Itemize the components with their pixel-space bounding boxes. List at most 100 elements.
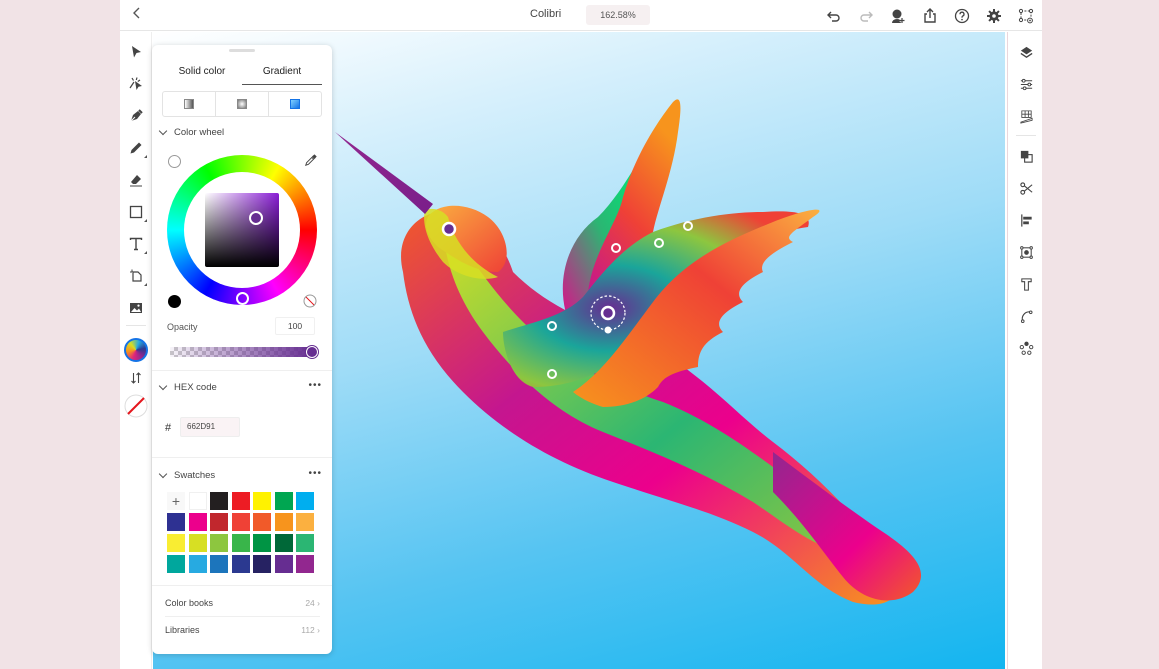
hex-code-label: HEX code [174, 382, 217, 393]
eyedropper-icon[interactable] [304, 153, 318, 167]
color-swatch[interactable] [253, 555, 271, 573]
image-trace-icon [1019, 245, 1033, 259]
color-swatch[interactable] [296, 492, 314, 510]
libraries-link[interactable]: Libraries 112 › [165, 625, 320, 641]
color-swatch[interactable] [188, 534, 207, 552]
fill-color-button[interactable] [123, 337, 149, 363]
linear-gradient-button[interactable] [163, 92, 216, 116]
perspective-grid-icon [1019, 109, 1033, 124]
color-swatch[interactable] [167, 555, 185, 573]
color-wheel[interactable] [167, 155, 317, 305]
color-swatch[interactable] [167, 513, 185, 531]
type-properties-button[interactable] [1014, 272, 1038, 296]
prototype-button[interactable] [1010, 0, 1042, 31]
white-color-button[interactable] [168, 155, 181, 168]
gradient-stop-selected [600, 305, 616, 321]
black-color-button[interactable] [168, 295, 181, 308]
color-swatch[interactable] [210, 492, 228, 510]
left-toolbar [120, 32, 152, 669]
color-swatch[interactable] [296, 555, 314, 573]
saturation-brightness-thumb[interactable] [249, 211, 263, 225]
help-button[interactable] [946, 0, 978, 31]
color-swatch[interactable] [231, 513, 250, 531]
path-button[interactable] [1014, 304, 1038, 328]
color-swatch[interactable] [274, 534, 293, 552]
panel-drag-handle[interactable] [229, 49, 255, 52]
opacity-slider[interactable] [170, 347, 313, 357]
beak [335, 132, 433, 214]
color-swatch[interactable] [210, 513, 228, 531]
color-wheel-section-toggle[interactable]: Color wheel [158, 126, 225, 138]
swatches-more-button[interactable]: ••• [308, 468, 322, 479]
color-swatch[interactable] [296, 513, 314, 531]
properties-button[interactable] [1014, 72, 1038, 96]
type-tool[interactable] [124, 232, 148, 256]
share-icon [924, 7, 936, 23]
hex-section-toggle[interactable]: HEX code [158, 381, 217, 393]
color-swatch[interactable] [253, 534, 271, 552]
color-swatch[interactable] [210, 534, 228, 552]
direct-selection-tool[interactable] [124, 72, 148, 96]
color-wheel-label: Color wheel [174, 127, 225, 138]
color-swatch[interactable] [231, 492, 250, 510]
eraser-tool[interactable] [124, 168, 148, 192]
swatches-section-toggle[interactable]: Swatches [158, 469, 215, 481]
tab-solid-color[interactable]: Solid color [162, 63, 242, 85]
perspective-grid-button[interactable] [1014, 104, 1038, 128]
swap-fill-stroke-button[interactable] [124, 366, 148, 390]
color-swatch[interactable] [253, 513, 271, 531]
color-books-count: 24 › [305, 598, 320, 608]
hue-thumb[interactable] [236, 292, 249, 305]
color-swatch[interactable] [253, 492, 271, 510]
layers-button[interactable] [1014, 40, 1038, 64]
saturation-brightness-picker[interactable] [205, 193, 279, 267]
color-swatch[interactable] [188, 555, 207, 573]
color-swatch[interactable] [231, 534, 250, 552]
back-button[interactable] [128, 6, 146, 24]
zoom-level[interactable]: 162.58% [586, 5, 650, 25]
arrange-button[interactable] [1014, 144, 1038, 168]
freeform-gradient-button[interactable] [269, 92, 321, 116]
selection-icon [132, 46, 141, 58]
artboard-tool[interactable] [124, 264, 148, 288]
image-tool[interactable] [124, 296, 148, 320]
tab-gradient[interactable]: Gradient [242, 63, 322, 85]
share-button[interactable] [914, 0, 946, 31]
color-swatch[interactable] [296, 534, 314, 552]
pen-tool[interactable] [124, 104, 148, 128]
no-color-icon[interactable] [303, 294, 317, 308]
image-trace-button[interactable] [1014, 240, 1038, 264]
top-actions [818, 0, 1042, 31]
opacity-input[interactable]: 100 [275, 317, 315, 335]
freeform-gradient-icon [290, 99, 300, 109]
undo-button[interactable] [818, 0, 850, 31]
bird-eye [441, 221, 457, 237]
type-properties-icon [1020, 277, 1032, 291]
color-swatch[interactable] [210, 555, 228, 573]
opacity-slider-thumb[interactable] [306, 346, 318, 358]
add-swatch-button[interactable]: + [167, 492, 185, 510]
hex-input[interactable]: 662D91 [180, 417, 240, 437]
hex-more-button[interactable]: ••• [308, 380, 322, 391]
rectangle-tool[interactable] [124, 200, 148, 224]
settings-button[interactable] [978, 0, 1010, 31]
color-swatch[interactable] [274, 492, 293, 510]
selection-tool[interactable] [124, 40, 148, 64]
redo-button[interactable] [850, 0, 882, 31]
color-swatch[interactable] [188, 513, 207, 531]
color-swatch[interactable] [274, 513, 293, 531]
invite-button[interactable] [882, 0, 914, 31]
color-swatch[interactable] [188, 492, 207, 510]
chevron-down-icon [158, 469, 168, 479]
repeat-button[interactable] [1014, 336, 1038, 360]
align-button[interactable] [1014, 208, 1038, 232]
chevron-left-icon [133, 7, 140, 19]
color-swatch[interactable] [274, 555, 293, 573]
color-books-link[interactable]: Color books 24 › [165, 598, 320, 614]
pencil-tool[interactable] [124, 136, 148, 160]
color-swatch[interactable] [167, 534, 185, 552]
scissors-button[interactable] [1014, 176, 1038, 200]
radial-gradient-button[interactable] [216, 92, 269, 116]
stroke-color-button[interactable] [123, 393, 149, 419]
color-swatch[interactable] [231, 555, 250, 573]
